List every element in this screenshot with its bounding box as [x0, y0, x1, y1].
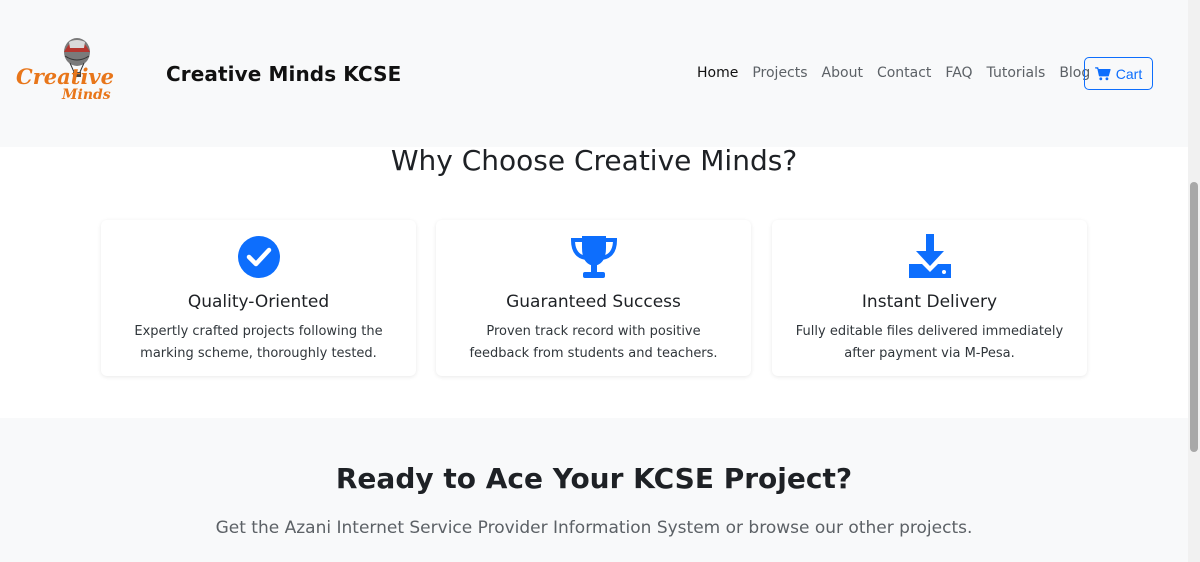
- feature-card-text: Fully editable files delivered immediate…: [795, 324, 1064, 361]
- features-title: Why Choose Creative Minds?: [390, 144, 798, 177]
- logo-word2: Minds: [61, 87, 111, 103]
- scrollbar-thumb[interactable]: [1190, 182, 1198, 452]
- feature-card-text: Proven track record with positive feedba…: [469, 324, 718, 361]
- scrollbar[interactable]: [1188, 0, 1200, 562]
- feature-card-delivery: Instant Delivery Fully editable files de…: [772, 220, 1087, 376]
- cart-label: Cart: [1115, 65, 1143, 82]
- feature-card-text: Expertly crafted projects following the …: [134, 324, 383, 361]
- page: Creative Minds Creative Minds KCSE Home …: [0, 0, 1188, 562]
- feature-card-quality: Quality-Oriented Expertly crafted projec…: [101, 220, 416, 376]
- nav-link-faq[interactable]: FAQ: [945, 65, 972, 81]
- trophy-icon: [570, 234, 618, 280]
- feature-card-title: Guaranteed Success: [506, 292, 681, 312]
- navbar: Creative Minds Creative Minds KCSE Home …: [0, 0, 1188, 147]
- feature-card-title: Quality-Oriented: [187, 292, 330, 312]
- logo-image: Creative Minds: [16, 38, 114, 103]
- download-icon: [906, 234, 954, 280]
- feature-card-title: Instant Delivery: [861, 292, 998, 312]
- logo-word1: Creative: [16, 64, 114, 89]
- cta-section: Ready to Ace Your KCSE Project? Get the …: [0, 418, 1188, 562]
- check-circle-icon: [235, 234, 283, 280]
- cta-title: Ready to Ace Your KCSE Project?: [335, 462, 853, 495]
- nav-links: Home Projects About Contact FAQ Tutorial…: [697, 65, 1104, 81]
- logo[interactable]: Creative Minds: [14, 34, 114, 106]
- cart-button[interactable]: Cart: [1084, 57, 1153, 90]
- feature-card-success: Guaranteed Success Proven track record w…: [436, 220, 751, 376]
- nav-link-contact[interactable]: Contact: [877, 65, 931, 81]
- nav-link-projects[interactable]: Projects: [752, 65, 807, 81]
- nav-link-about[interactable]: About: [822, 65, 863, 81]
- brand-name[interactable]: Creative Minds KCSE: [166, 62, 401, 86]
- cta-subtitle: Get the Azani Internet Service Provider …: [215, 518, 973, 538]
- nav-link-tutorials[interactable]: Tutorials: [987, 65, 1046, 81]
- nav-link-home[interactable]: Home: [697, 65, 738, 81]
- cart-icon: [1094, 66, 1111, 80]
